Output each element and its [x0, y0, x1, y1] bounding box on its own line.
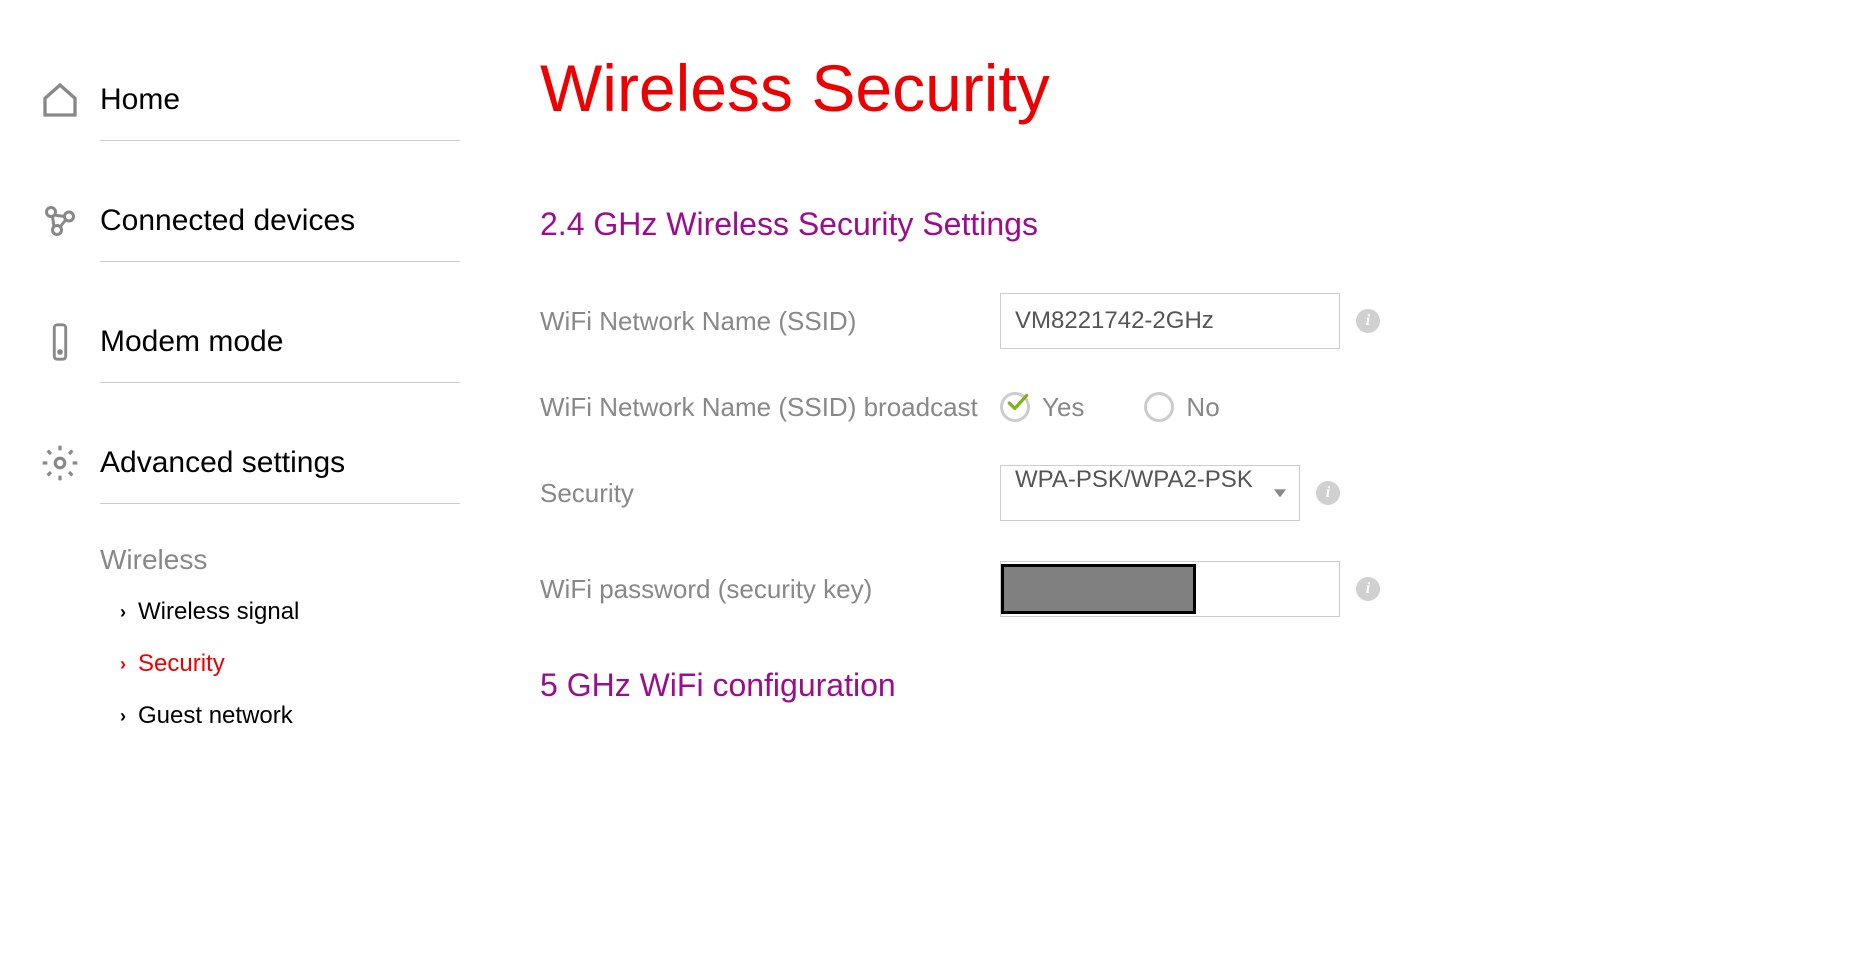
password-redacted-block — [1001, 564, 1196, 614]
broadcast-radio-group: Yes No — [1000, 392, 1220, 423]
ssid-input[interactable] — [1000, 293, 1340, 349]
subnav-item-label: Security — [138, 650, 225, 678]
security-label: Security — [540, 475, 1000, 511]
nav-modem-mode[interactable]: Modem mode — [100, 302, 460, 383]
row-broadcast: WiFi Network Name (SSID) broadcast Yes — [540, 389, 1812, 425]
password-input[interactable] — [1000, 561, 1340, 617]
subnav-guest-network[interactable]: › Guest network — [100, 690, 460, 742]
main-content: Wireless Security 2.4 GHz Wireless Secur… — [460, 60, 1812, 754]
info-icon[interactable]: i — [1356, 577, 1380, 601]
devices-icon — [40, 201, 80, 241]
nav-home-label: Home — [100, 83, 180, 117]
section-24-title: 2.4 GHz Wireless Security Settings — [540, 206, 1812, 243]
radio-yes-label: Yes — [1042, 392, 1084, 423]
page-title: Wireless Security — [540, 50, 1812, 126]
checkmark-icon — [1005, 389, 1031, 415]
subnav-wireless-signal[interactable]: › Wireless signal — [100, 586, 460, 638]
ssid-label: WiFi Network Name (SSID) — [540, 303, 1000, 339]
radio-circle-checked — [1000, 392, 1030, 422]
subnav-item-label: Wireless signal — [138, 598, 299, 626]
nav-connected-devices[interactable]: Connected devices — [100, 181, 460, 262]
home-icon — [40, 80, 80, 120]
info-icon[interactable]: i — [1356, 309, 1380, 333]
gear-icon — [40, 443, 80, 483]
broadcast-label: WiFi Network Name (SSID) broadcast — [540, 389, 1000, 425]
chevron-right-icon: › — [120, 602, 126, 623]
subnav-item-label: Guest network — [138, 702, 293, 730]
modem-icon — [40, 322, 80, 362]
subnav-security[interactable]: › Security — [100, 638, 460, 690]
subnav-wireless: Wireless › Wireless signal › Security › … — [100, 524, 460, 742]
broadcast-no-option[interactable]: No — [1144, 392, 1219, 423]
section-5-title: 5 GHz WiFi configuration — [540, 667, 1812, 704]
row-ssid: WiFi Network Name (SSID) i — [540, 293, 1812, 349]
info-icon[interactable]: i — [1316, 481, 1340, 505]
nav-home[interactable]: Home — [100, 60, 460, 141]
security-select[interactable]: WPA-PSK/WPA2-PSK — [1000, 465, 1300, 521]
nav-advanced-settings-label: Advanced settings — [100, 446, 345, 480]
broadcast-yes-option[interactable]: Yes — [1000, 392, 1084, 423]
subnav-header: Wireless — [100, 524, 460, 586]
row-security: Security WPA-PSK/WPA2-PSK i — [540, 465, 1812, 521]
radio-circle-unchecked — [1144, 392, 1174, 422]
radio-no-label: No — [1186, 392, 1219, 423]
chevron-right-icon: › — [120, 706, 126, 727]
sidebar: Home Connected devices Modem mode — [40, 60, 460, 754]
nav-connected-devices-label: Connected devices — [100, 204, 355, 238]
password-label: WiFi password (security key) — [540, 571, 1000, 607]
chevron-right-icon: › — [120, 654, 126, 675]
nav-advanced-settings[interactable]: Advanced settings — [100, 423, 460, 504]
row-password: WiFi password (security key) i — [540, 561, 1812, 617]
nav-modem-mode-label: Modem mode — [100, 325, 283, 359]
